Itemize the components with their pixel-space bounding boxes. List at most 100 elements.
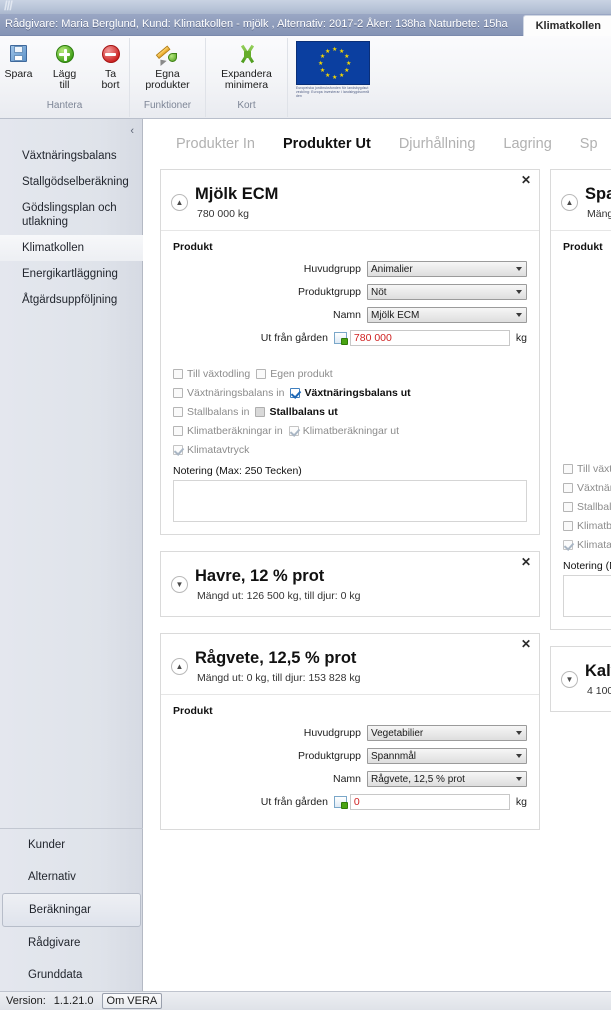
select-produktgrupp-value: Spannmål	[371, 751, 417, 762]
notering-textarea[interactable]	[563, 575, 611, 617]
checkbox-stallbalans-in-box[interactable]	[173, 407, 183, 417]
checkbox-till-vaxtodling[interactable]: Till växtodling	[173, 368, 250, 380]
sidebar-bottom-item-4[interactable]: Grunddata	[0, 959, 143, 991]
checkbox-row-1: Till växtodlingEgen produkt	[563, 463, 611, 475]
chevron-up-icon[interactable]: ▲	[561, 194, 578, 211]
checkbox-vaxtnaringsbalans-in-box[interactable]	[563, 483, 573, 493]
select-namn-value: Rågvete, 12,5 % prot	[371, 774, 465, 785]
sidebar-item-5[interactable]: Åtgärdsuppföljning	[0, 287, 143, 313]
sidebar-item-2[interactable]: Gödslingsplan och utlakning	[0, 195, 143, 235]
sidebar-item-1[interactable]: Stallgödselberäkning	[0, 169, 143, 195]
sidebar-nav-bottom: Kunder Alternativ Beräkningar Rådgivare Grun…	[0, 828, 143, 991]
section-title-produkt: Produkt	[173, 241, 213, 253]
checkbox-vaxtnaringsbalans-ut-box[interactable]	[290, 388, 301, 398]
chevron-up-icon[interactable]: ▲	[171, 658, 188, 675]
checkbox-klimatberakningar-ut[interactable]: Klimatberäkningar ut	[288, 425, 399, 437]
label-ut-fran-garden: Ut från gården	[260, 796, 328, 808]
sidebar-collapse-icon[interactable]: ‹	[130, 125, 134, 137]
ribbon-group-kort: Expandera minimera Kort	[206, 38, 288, 117]
card-title: Havre, 12 % prot	[195, 567, 325, 585]
sidebar-bottom-item-2[interactable]: Beräkningar	[2, 893, 141, 927]
input-ut-fran-garden[interactable]: 0	[349, 794, 510, 810]
form-row-ut-fran-garden: Ut från gården 780 000 kg	[173, 330, 527, 346]
checkbox-klimatberakningar-in-box[interactable]	[563, 521, 573, 531]
sidebar-bottom-item-1[interactable]: Alternativ	[0, 861, 143, 893]
about-vera-button[interactable]: Om VERA	[101, 993, 163, 1009]
ribbon-group-funktioner-title: Funktioner	[143, 100, 192, 111]
checkbox-stallbalans-ut-label: Stallbalans ut	[269, 406, 338, 418]
checkbox-till-vaxtodling-box[interactable]	[173, 369, 183, 379]
checkbox-klimatavtryck-box[interactable]	[173, 445, 183, 455]
label-produktgrupp: Produktgrupp	[297, 286, 361, 298]
checkbox-stallbalans-in-box[interactable]	[563, 502, 573, 512]
calculator-icon[interactable]	[333, 332, 348, 345]
checkbox-till-vaxtodling[interactable]: Till växtodling	[563, 463, 611, 475]
select-huvudgrupp-value: Vegetabilier	[371, 728, 424, 739]
checkbox-egen-produkt-box[interactable]	[256, 369, 267, 379]
select-produktgrupp-value: Nöt	[371, 287, 387, 298]
checkbox-klimatberakningar-ut-box[interactable]	[288, 426, 299, 436]
chevron-up-icon[interactable]: ▲	[171, 194, 188, 211]
own-products-label-line2: produkter	[145, 79, 190, 91]
cards-column-left: ✕ ▲ Mjölk ECM 780 000 kg Produkt Huvudgrupp An…	[160, 169, 540, 846]
checkbox-egen-produkt[interactable]: Egen produkt	[256, 368, 333, 380]
sidebar-bottom-item-0[interactable]: Kunder	[0, 829, 143, 861]
checkbox-row-3: Stallbalans inStallbalans ut	[563, 501, 611, 513]
checkbox-klimatberakningar-in[interactable]: Klimatberäkningar in	[173, 425, 283, 437]
product-card: ✕▼Kalvar,4 100 kg	[550, 646, 611, 712]
select-huvudgrupp[interactable]: Animalier	[367, 261, 527, 277]
remove-button[interactable]: Ta bort	[88, 38, 134, 91]
expand-collapse-button[interactable]: Expandera minimera	[208, 38, 286, 91]
sidebar-item-0[interactable]: Växtnäringsbalans	[0, 143, 143, 169]
checkbox-vaxtnaringsbalans-ut[interactable]: Växtnäringsbalans ut	[290, 387, 411, 399]
checkbox-till-vaxtodling-box[interactable]	[563, 464, 573, 474]
card-title: Mjölk ECM	[195, 185, 279, 203]
tab-djurhållning[interactable]: Djurhållning	[385, 136, 490, 152]
select-huvudgrupp[interactable]: Vegetabilier	[367, 725, 527, 741]
add-icon	[54, 43, 76, 65]
save-button[interactable]: Spara	[0, 38, 42, 80]
add-button-label-line2: till	[59, 79, 70, 91]
select-produktgrupp[interactable]: Nöt	[367, 284, 527, 300]
checkbox-klimatavtryck-box[interactable]	[563, 540, 573, 550]
calculator-icon[interactable]	[333, 796, 348, 809]
window-tab-klimatkollen[interactable]: Klimatkollen	[522, 15, 611, 36]
select-produktgrupp[interactable]: Spannmål	[367, 748, 527, 764]
checkbox-vaxtnaringsbalans-in[interactable]: Växtnäringsbalans in	[563, 482, 611, 494]
tab-produkter-in[interactable]: Produkter In	[162, 136, 269, 152]
checkbox-stallbalans-ut[interactable]: Stallbalans ut	[255, 406, 338, 418]
checkbox-klimatavtryck[interactable]: Klimatavtryck	[173, 444, 249, 456]
label-huvudgrupp: Huvudgrupp	[303, 263, 361, 275]
card-title: Rågvete, 12,5 % prot	[195, 649, 357, 667]
input-ut-fran-garden[interactable]: 780 000	[349, 330, 510, 346]
product-card: ✕ ▲ Mjölk ECM 780 000 kg Produkt Huvudgrupp An…	[160, 169, 540, 535]
window-glass-strip: ///	[0, 0, 611, 14]
form-row-namn: Namn Rågvete, 12,5 % prot	[173, 771, 527, 787]
checkbox-stallbalans-in[interactable]: Stallbalans in	[173, 406, 249, 418]
sidebar-item-3[interactable]: Klimatkollen	[0, 235, 143, 261]
checkbox-vaxtnaringsbalans-in[interactable]: Växtnäringsbalans in	[173, 387, 284, 399]
select-namn[interactable]: Mjölk ECM	[367, 307, 527, 323]
notering-textarea[interactable]	[173, 480, 527, 522]
card-header: ▼ Havre, 12 % prot Mängd ut: 126 500 kg, t…	[161, 552, 539, 616]
label-huvudgrupp: Huvudgrupp	[303, 727, 361, 739]
chevron-down-icon[interactable]: ▼	[561, 671, 578, 688]
select-huvudgrupp-value: Animalier	[371, 264, 413, 275]
tab-produkter-ut[interactable]: Produkter Ut	[269, 136, 385, 152]
tab-sp[interactable]: Sp	[566, 136, 611, 152]
checkbox-row-3: Stallbalans in Stallbalans ut	[173, 406, 527, 418]
add-button[interactable]: Lägg till	[42, 38, 88, 91]
own-products-button[interactable]: Egna produkter	[132, 38, 204, 91]
checkbox-klimatberakningar-in-box[interactable]	[173, 426, 183, 436]
checkbox-stallbalans-ut-box[interactable]	[255, 407, 266, 417]
sidebar-bottom-item-3[interactable]: Rådgivare	[0, 927, 143, 959]
chevron-down-icon[interactable]: ▼	[171, 576, 188, 593]
checkbox-stallbalans-in[interactable]: Stallbalans in	[563, 501, 611, 513]
checkbox-klimatberakningar-in[interactable]: Klimatberäkningar in	[563, 520, 611, 532]
tab-lagring[interactable]: Lagring	[489, 136, 565, 152]
select-namn[interactable]: Rågvete, 12,5 % prot	[367, 771, 527, 787]
sidebar-item-4[interactable]: Energikartläggning	[0, 261, 143, 287]
checkbox-klimatberakningar-in-label: Klimatberäkningar in	[577, 520, 611, 532]
checkbox-klimatavtryck[interactable]: Klimatavtryck	[563, 539, 611, 551]
checkbox-vaxtnaringsbalans-in-box[interactable]	[173, 388, 183, 398]
